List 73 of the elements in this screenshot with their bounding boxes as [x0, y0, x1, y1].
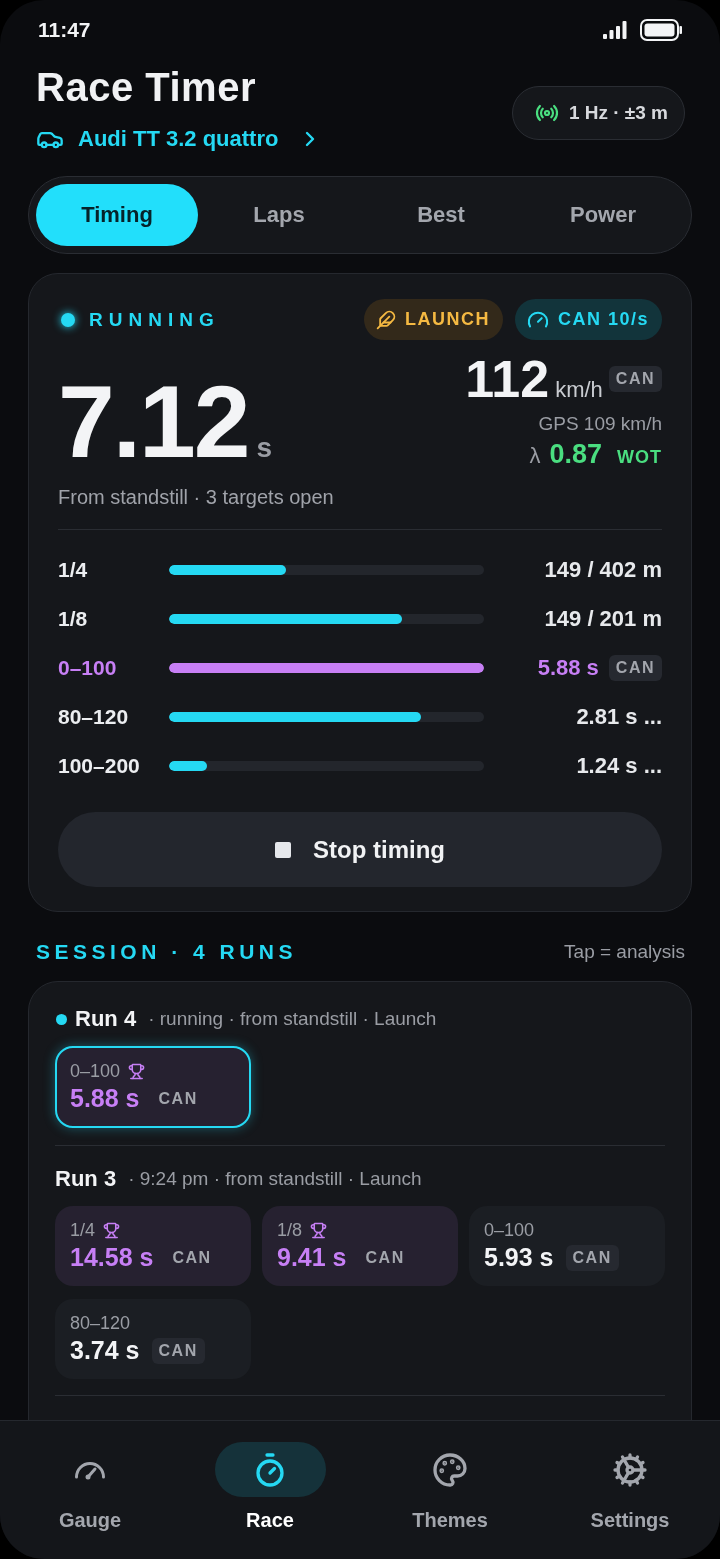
source-tag: CAN — [608, 654, 662, 681]
nav-item[interactable]: Settings — [574, 1442, 686, 1532]
speed-value: 112 — [465, 353, 550, 405]
result-value: 5.93 s — [484, 1243, 554, 1272]
trophy-icon — [128, 1063, 146, 1080]
badge-label: CAN 10/s — [557, 309, 649, 330]
result-chip[interactable]: 0–100 5.93 s CAN — [469, 1206, 665, 1286]
target-reading: 2.81 s ... — [576, 703, 662, 730]
feather-icon — [375, 309, 396, 330]
gps-speed: GPS 109 km/h — [538, 413, 662, 435]
run-summary: From standstill · 3 targets open — [58, 486, 335, 509]
target-label: 100–200 — [58, 753, 141, 778]
target-label: 80–120 — [58, 704, 130, 729]
nav-item[interactable]: Themes — [394, 1442, 506, 1532]
tab[interactable]: Power — [522, 184, 684, 246]
run-title: Run 3 — [55, 1166, 117, 1192]
target-reading: 1.24 s ... — [576, 752, 662, 779]
elapsed-time: 7.12 — [58, 371, 249, 473]
result-value: 9.41 s — [277, 1243, 347, 1272]
stop-timing-button[interactable]: Stop timing — [58, 812, 662, 887]
trophy-icon — [103, 1222, 121, 1239]
source-tag: CAN — [151, 1085, 205, 1112]
tab[interactable]: Best — [360, 184, 522, 246]
palette-icon — [432, 1451, 468, 1488]
result-label: 0–100 — [484, 1220, 535, 1241]
result-label: 0–100 — [70, 1061, 121, 1082]
target-label: 0–100 — [58, 655, 118, 680]
result-label: 80–120 — [70, 1313, 131, 1334]
result-label: 1/4 — [70, 1220, 96, 1241]
tab[interactable]: Timing — [36, 184, 198, 246]
status-dot-icon — [61, 312, 75, 327]
gauge-icon — [74, 1459, 106, 1480]
stop-icon — [275, 841, 291, 858]
result-chip[interactable]: 0–100 5.88 s CAN — [55, 1046, 251, 1128]
source-tag: CAN — [151, 1337, 205, 1364]
target-label: 1/8 — [58, 606, 89, 631]
run-details: · 9:24 pm · from standstill · Launch — [128, 1168, 422, 1190]
run-title: Run 4 — [75, 1006, 137, 1032]
elapsed-unit: s — [256, 432, 273, 464]
result-chip[interactable]: 80–120 3.74 s CAN — [55, 1299, 251, 1379]
source-tag: CAN — [165, 1244, 219, 1271]
result-chip[interactable]: 1/8 9.41 s CAN — [262, 1206, 458, 1286]
target-label: 1/4 — [58, 557, 89, 582]
section-hint: Tap = analysis — [564, 941, 685, 963]
status-time: 11:47 — [38, 18, 91, 42]
nav-item[interactable]: Gauge — [34, 1442, 146, 1532]
signal-bars-icon — [603, 21, 627, 39]
source-tag: CAN — [358, 1244, 412, 1271]
result-value: 5.88 s — [70, 1084, 140, 1113]
source-tag: CAN — [608, 366, 662, 392]
lambda-symbol: λ — [529, 443, 541, 469]
lambda-state: WOT — [617, 447, 662, 468]
settings-icon — [612, 1451, 648, 1488]
speed-unit: km/h — [555, 377, 603, 403]
section-title: SESSION · 4 RUNS — [36, 940, 298, 964]
result-value: 3.74 s — [70, 1336, 140, 1365]
status-label: RUNNING — [89, 308, 220, 331]
lambda-value: 0.87 — [549, 439, 602, 470]
result-chip[interactable]: 1/4 14.58 s CAN — [55, 1206, 251, 1286]
run-details: · running · from standstill · Launch — [148, 1008, 437, 1030]
gps-status-text: 1 Hz · ±3 m — [568, 101, 668, 124]
result-label: 1/8 — [277, 1220, 303, 1241]
target-reading: 5.88 s — [537, 654, 599, 681]
result-value: 14.58 s — [70, 1243, 154, 1272]
badge-label: LAUNCH — [404, 309, 490, 330]
tab[interactable]: Laps — [198, 184, 360, 246]
trophy-icon — [310, 1222, 328, 1239]
vehicle-selector[interactable]: Audi TT 3.2 quattro — [36, 125, 323, 153]
battery-icon — [640, 19, 682, 41]
source-tag: CAN — [565, 1244, 619, 1271]
app-title: Race Timer — [36, 64, 256, 110]
target-reading: 149 / 201 m — [544, 605, 662, 632]
target-reading: 149 / 402 m — [544, 556, 662, 583]
